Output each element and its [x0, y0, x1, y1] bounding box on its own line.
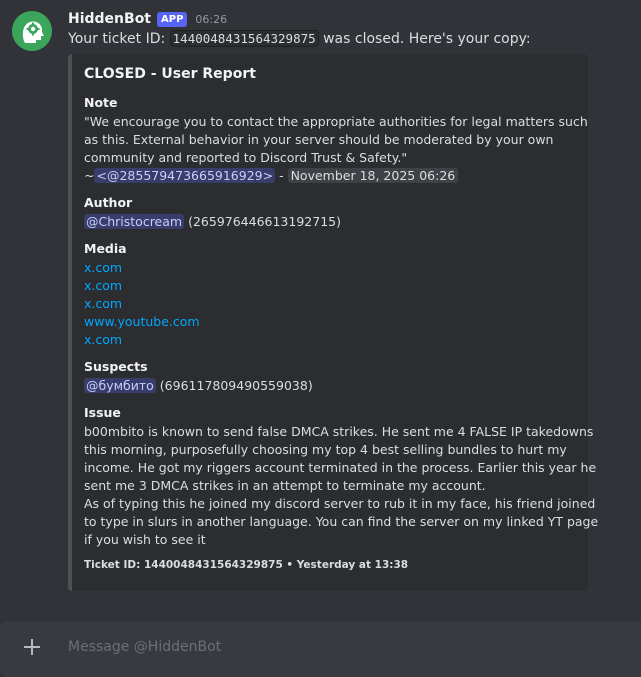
field-author-value: @Christocream (265976446613192715) [84, 213, 574, 231]
media-link[interactable]: x.com [84, 259, 574, 277]
note-line: as this. External behavior in your serve… [84, 132, 554, 147]
signature-separator: - [279, 168, 284, 183]
field-suspects-name: Suspects [84, 359, 148, 374]
suspect-mention[interactable]: @бумбито [84, 378, 156, 393]
note-line: community and reported to Discord Trust … [84, 150, 408, 165]
field-note: Note "We encourage you to contact the ap… [84, 95, 588, 185]
field-issue-value: b00mbito is known to send false DMCA str… [84, 423, 599, 549]
author-mention[interactable]: @Christocream [84, 214, 185, 229]
message-input[interactable]: Message @HiddenBot [68, 639, 221, 655]
plus-icon[interactable] [20, 635, 44, 659]
signature-date[interactable]: November 18, 2025 06:26 [287, 168, 459, 183]
embed-footer: Ticket ID: 1440048431564329875 • Yesterd… [84, 559, 409, 571]
issue-line: sent me 3 DMCA strikes in an attempt to … [84, 478, 486, 493]
field-author-name: Author [84, 195, 133, 210]
field-media-name: Media [84, 241, 127, 256]
field-author: Author @Christocream (265976446613192715… [84, 195, 574, 231]
field-suspects-value: @бумбито (696117809490559038) [84, 377, 574, 395]
issue-line: to type in slurs in another language. Yo… [84, 514, 599, 529]
plus-glyph [24, 639, 40, 655]
ticket-id-code: 1440048431564329875 [169, 30, 319, 47]
issue-line: this morning, purposefully choosing my t… [84, 442, 567, 457]
bot-avatar[interactable] [12, 11, 52, 51]
field-media: Media x.com x.com x.com www.youtube.com … [84, 241, 574, 349]
issue-line: income. He got my riggers account termin… [84, 460, 597, 475]
message-header: HiddenBot APP 06:26 [68, 9, 227, 29]
author-id: (265976446613192715) [188, 214, 341, 229]
issue-line: b00mbito is known to send false DMCA str… [84, 424, 594, 439]
embed-title: CLOSED - User Report [84, 66, 256, 82]
media-link[interactable]: x.com [84, 277, 574, 295]
field-note-value: "We encourage you to contact the appropr… [84, 113, 588, 185]
message-text-suffix: was closed. Here's your copy: [323, 31, 531, 47]
message-content: Your ticket ID: 1440048431564329875 was … [68, 30, 531, 47]
media-link[interactable]: x.com [84, 295, 574, 313]
field-issue: Issue b00mbito is known to send false DM… [84, 405, 599, 549]
signature-prefix: ~ [84, 168, 95, 183]
message-composer[interactable]: Message @HiddenBot [0, 621, 641, 677]
message-timestamp[interactable]: 06:26 [195, 13, 227, 26]
note-line: "We encourage you to contact the appropr… [84, 114, 588, 129]
note-signature: ~ <@285579473665916929> - November 18, 20… [84, 167, 574, 185]
issue-line: if you wish to see it [84, 532, 206, 547]
field-suspects: Suspects @бумбито (696117809490559038) [84, 359, 574, 395]
report-embed: CLOSED - User Report Note "We encourage … [68, 54, 599, 591]
media-link[interactable]: www.youtube.com [84, 313, 574, 331]
field-media-value: x.com x.com x.com www.youtube.com x.com [84, 259, 574, 349]
bot-head-gear-icon [12, 11, 52, 51]
app-badge: APP [157, 11, 188, 27]
message-text-prefix: Your ticket ID: [68, 31, 166, 47]
media-link[interactable]: x.com [84, 331, 574, 349]
issue-line: As of typing this he joined my discord s… [84, 496, 596, 511]
suspect-id: (696117809490559038) [159, 378, 313, 393]
field-issue-name: Issue [84, 405, 121, 420]
username[interactable]: HiddenBot [68, 11, 151, 27]
field-note-name: Note [84, 95, 118, 110]
moderator-mention[interactable]: <@285579473665916929> [94, 168, 276, 183]
